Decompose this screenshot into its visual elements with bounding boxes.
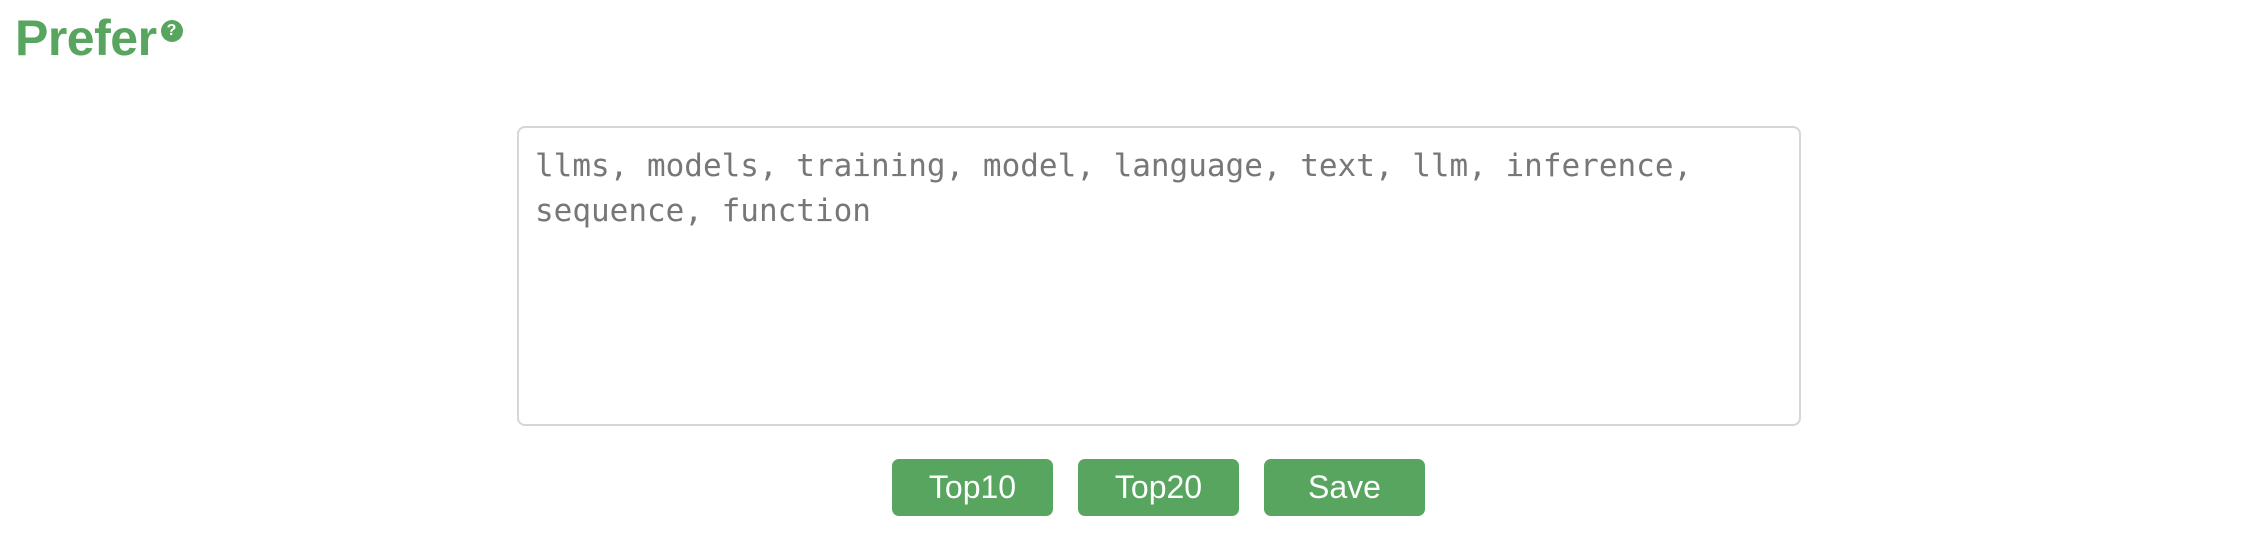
action-buttons: Top10 Top20 Save — [892, 459, 1425, 516]
header: Prefer ? — [15, 8, 183, 68]
keywords-textarea[interactable]: llms, models, training, model, language,… — [517, 126, 1801, 426]
save-button[interactable]: Save — [1264, 459, 1425, 516]
page-title: Prefer — [15, 10, 157, 66]
top20-button[interactable]: Top20 — [1078, 459, 1239, 516]
top10-button[interactable]: Top10 — [892, 459, 1053, 516]
question-circle-icon[interactable]: ? — [160, 20, 183, 42]
prefer-page: Prefer ? llms, models, training, model, … — [0, 0, 2260, 550]
